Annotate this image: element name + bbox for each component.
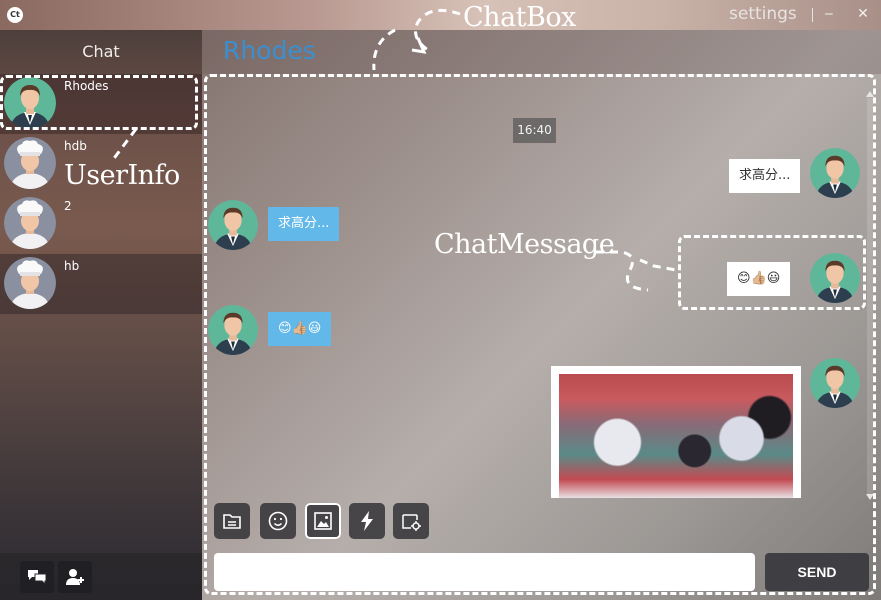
avatar — [4, 257, 56, 309]
minimize-button[interactable]: ‒ — [819, 4, 839, 24]
chatmessage-connector — [596, 250, 677, 292]
user-item-2[interactable]: 2 — [0, 194, 202, 254]
chatmessage-annotation-label: ChatMessage — [434, 229, 615, 260]
title-separator — [812, 8, 813, 22]
settings-link[interactable]: settings — [729, 4, 797, 24]
user-item-hb[interactable]: hb — [0, 254, 202, 314]
avatar — [4, 197, 56, 249]
app-logo: Ct — [7, 7, 23, 23]
userinfo-annotation-box — [0, 75, 198, 130]
user-name: 2 — [64, 199, 72, 213]
chatbox-connector — [372, 8, 461, 71]
add-user-icon — [66, 569, 84, 585]
chatbox-annotation-box — [204, 74, 876, 595]
chat-bubbles-icon — [28, 570, 47, 586]
close-button[interactable]: ✕ — [853, 4, 873, 24]
userinfo-connector — [110, 128, 138, 162]
chat-header: Rhodes — [202, 30, 881, 74]
add-user-button[interactable] — [58, 561, 92, 593]
chat-title: Rhodes — [223, 36, 316, 65]
chat-bubbles-button[interactable] — [20, 561, 54, 593]
sidebar-title: Chat — [82, 42, 120, 61]
chatbox-annotation-label: ChatBox — [463, 2, 576, 33]
avatar — [4, 137, 56, 189]
user-name: hdb — [64, 139, 87, 153]
user-name: hb — [64, 259, 80, 273]
sidebar-footer — [0, 553, 202, 600]
chatmessage-annotation-box — [678, 235, 866, 310]
